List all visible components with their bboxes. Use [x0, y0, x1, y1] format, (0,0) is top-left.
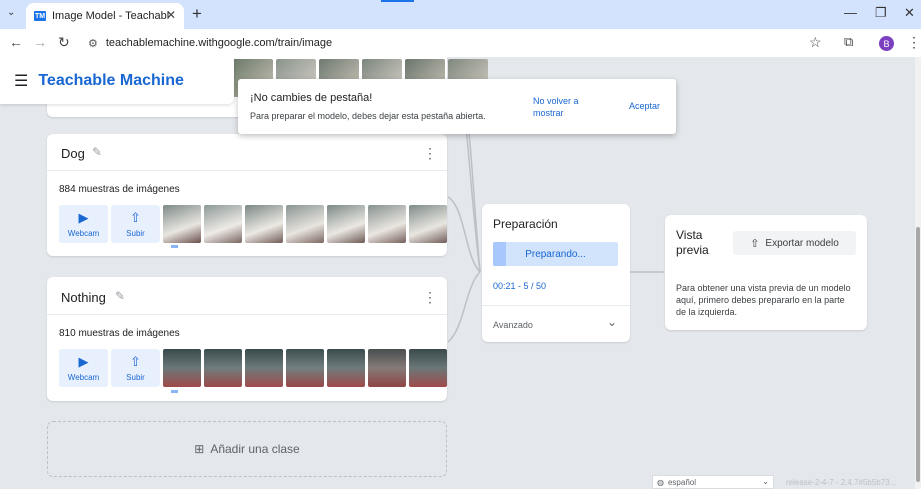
sample-thumbnail[interactable]: [327, 349, 365, 387]
thumbnail-scroll-indicator[interactable]: [171, 390, 178, 393]
sample-thumbnail[interactable]: [286, 349, 324, 387]
pencil-icon[interactable]: ✎: [115, 289, 125, 303]
app-brand[interactable]: Teachable Machine: [38, 72, 184, 90]
class-card-nothing: Nothing ✎ ⋮ 810 muestras de imágenes ▶ W…: [47, 277, 447, 401]
dont-switch-tab-toast: ¡No cambies de pestaña! Para preparar el…: [238, 79, 676, 134]
preview-description: Para obtener una vista previa de un mode…: [676, 283, 851, 317]
webcam-button[interactable]: ▶ Webcam: [59, 349, 108, 387]
browser-menu-icon[interactable]: ⋮: [907, 34, 921, 51]
pencil-icon[interactable]: ✎: [92, 145, 102, 159]
tab-title: Image Model - Teachable Machi: [52, 10, 170, 22]
address-bar[interactable]: ⚙ teachablemachine.withgoogle.com/train/…: [80, 31, 836, 55]
minimize-icon[interactable]: —: [844, 5, 857, 20]
browser-toolbar: ← → ↻ ⚙ teachablemachine.withgoogle.com/…: [0, 29, 921, 57]
add-class-label: Añadir una clase: [210, 442, 300, 456]
export-model-label: Exportar modelo: [765, 237, 839, 249]
train-button[interactable]: Preparando...: [493, 242, 618, 266]
page-scrollbar-thumb[interactable]: [916, 227, 920, 482]
sample-count: 810 muestras de imágenes: [59, 328, 180, 339]
url-text: teachablemachine.withgoogle.com/train/im…: [105, 37, 333, 49]
reload-icon[interactable]: ↻: [58, 34, 70, 51]
train-button-label: Preparando...: [525, 248, 586, 260]
dont-show-again-button[interactable]: No volver a mostrar: [533, 95, 603, 119]
webcam-label: Webcam: [67, 373, 100, 382]
tab-search-icon[interactable]: ⌄: [7, 7, 15, 18]
tab-activity-indicator: [381, 0, 414, 2]
page-scrollbar[interactable]: [915, 57, 921, 489]
tab-close-icon[interactable]: ✕: [166, 8, 176, 22]
page-viewport: ☰ Teachable Machine Dog ✎ ⋮ 884 muestras…: [0, 57, 921, 489]
sample-thumbnails: [163, 205, 447, 243]
thumbnail-scroll-indicator[interactable]: [171, 245, 178, 248]
app-header: ☰ Teachable Machine: [0, 57, 234, 104]
card-divider: [47, 170, 447, 171]
upload-icon: ⇧: [750, 237, 760, 250]
upload-label: Subir: [126, 373, 145, 382]
extensions-icon[interactable]: ⧉: [844, 34, 853, 50]
webcam-label: Webcam: [67, 229, 100, 238]
sample-thumbnail[interactable]: [368, 205, 406, 243]
hamburger-icon[interactable]: ☰: [14, 71, 28, 91]
videocam-icon: ▶: [78, 354, 89, 369]
new-tab-icon[interactable]: +: [192, 4, 202, 24]
toast-message: Para preparar el modelo, debes dejar est…: [250, 111, 486, 121]
class-name[interactable]: Nothing: [61, 290, 106, 305]
browser-tab[interactable]: TM Image Model - Teachable Machi ✕: [26, 3, 184, 29]
chevron-down-icon[interactable]: ⌄: [607, 315, 617, 329]
window-close-icon[interactable]: ✕: [904, 5, 915, 21]
sample-thumbnail[interactable]: [204, 205, 242, 243]
sample-thumbnail[interactable]: [409, 205, 447, 243]
sample-thumbnail[interactable]: [163, 349, 201, 387]
sample-thumbnail[interactable]: [245, 205, 283, 243]
class-name[interactable]: Dog: [61, 146, 85, 161]
webcam-button[interactable]: ▶ Webcam: [59, 205, 108, 243]
chevron-down-icon: ⌄: [762, 477, 769, 486]
bookmark-star-icon[interactable]: ☆: [809, 34, 822, 51]
site-info-icon[interactable]: ⚙: [88, 37, 98, 50]
class-card-dog: Dog ✎ ⋮ 884 muestras de imágenes ▶ Webca…: [47, 134, 447, 256]
add-box-icon: ⊞: [194, 442, 205, 456]
videocam-icon: ▶: [78, 210, 89, 225]
teachable-machine-favicon-icon: TM: [34, 11, 46, 21]
add-class-button[interactable]: ⊞ Añadir una clase: [47, 421, 447, 477]
sample-thumbnail[interactable]: [368, 349, 406, 387]
upload-icon: ⇧: [130, 354, 141, 369]
language-label: español: [667, 477, 697, 487]
sample-thumbnail[interactable]: [204, 349, 242, 387]
training-progress-text: 00:21 - 5 / 50: [493, 281, 547, 291]
sample-thumbnail[interactable]: [286, 205, 324, 243]
connector-line-nothing: [447, 271, 481, 343]
release-version: release-2-4-7 - 2.4.7#5b5b73...: [786, 478, 897, 487]
sample-thumbnail[interactable]: [327, 205, 365, 243]
toast-title: ¡No cambies de pestaña!: [250, 92, 373, 104]
card-divider: [47, 314, 447, 315]
restore-icon[interactable]: ❐: [875, 5, 887, 21]
globe-icon: ◍: [657, 477, 664, 487]
more-vert-icon[interactable]: ⋮: [423, 145, 437, 162]
back-icon[interactable]: ←: [9, 34, 23, 50]
upload-label: Subir: [126, 229, 145, 238]
profile-avatar[interactable]: B: [879, 36, 894, 51]
more-vert-icon[interactable]: ⋮: [423, 289, 437, 306]
sample-count: 884 muestras de imágenes: [59, 184, 180, 195]
preview-title: Vista previa: [676, 228, 709, 257]
card-divider: [482, 305, 630, 306]
sample-thumbnails: [163, 349, 447, 387]
sample-thumbnail[interactable]: [163, 205, 201, 243]
accept-button[interactable]: Aceptar: [629, 101, 660, 111]
sample-thumbnail[interactable]: [409, 349, 447, 387]
training-title: Preparación: [493, 217, 558, 231]
upload-button[interactable]: ⇧ Subir: [111, 349, 160, 387]
sample-thumbnail[interactable]: [245, 349, 283, 387]
export-model-button[interactable]: ⇧ Exportar modelo: [733, 231, 856, 255]
upload-icon: ⇧: [130, 210, 141, 225]
language-select[interactable]: ◍ español ⌄: [652, 475, 774, 489]
advanced-toggle[interactable]: Avanzado: [493, 320, 533, 330]
browser-tab-strip: ⌄ TM Image Model - Teachable Machi ✕ + —…: [0, 0, 921, 29]
upload-button[interactable]: ⇧ Subir: [111, 205, 160, 243]
forward-icon[interactable]: →: [33, 34, 47, 50]
